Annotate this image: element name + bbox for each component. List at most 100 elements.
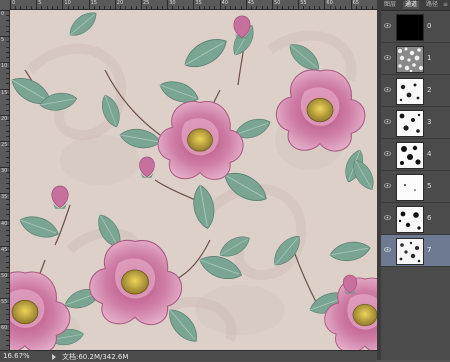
ruler-tick: [6, 340, 9, 342]
ruler-tick: [78, 6, 80, 9]
ruler-tick: [230, 6, 232, 9]
ruler-tick: [156, 6, 158, 9]
document-canvas[interactable]: [10, 10, 377, 350]
channel-row[interactable]: 4: [381, 139, 450, 171]
ruler-tick: [193, 0, 195, 9]
channel-row[interactable]: 1: [381, 43, 450, 75]
channel-thumbnail: [396, 206, 424, 233]
ruler-tick: [6, 334, 9, 336]
ruler-tick: [30, 6, 32, 9]
ruler-tick: [6, 104, 9, 106]
ruler-tick: [6, 177, 9, 179]
channels-panel: 图层 通道 路径 ≡ 0 1 2 3 4 5 6 7: [381, 0, 450, 360]
ruler-tick: [188, 6, 190, 9]
ruler-label: 40: [1, 220, 8, 227]
ruler-tick: [6, 319, 9, 321]
ruler-tick: [182, 6, 184, 9]
ruler-tick: [6, 130, 9, 132]
channel-row-selected[interactable]: 7: [381, 235, 450, 267]
ruler-tick: [51, 6, 53, 9]
eye-icon[interactable]: [384, 119, 391, 124]
ruler-tick: [6, 25, 9, 27]
status-menu-arrow-icon[interactable]: [52, 354, 56, 360]
ruler-label: 20: [1, 115, 8, 122]
eye-icon[interactable]: [384, 215, 391, 220]
tab-layers[interactable]: 图层: [382, 1, 398, 9]
eye-icon[interactable]: [384, 23, 391, 28]
eye-icon[interactable]: [384, 151, 391, 156]
status-bar: 16.67% 文档:60.2M/342.6M: [0, 350, 377, 361]
ruler-tick: [6, 109, 9, 111]
ruler-tick: [46, 6, 48, 9]
ruler-tick: [15, 6, 17, 9]
channel-label: 7: [427, 246, 432, 254]
channel-row[interactable]: 0: [381, 11, 450, 43]
ruler-tick: [6, 182, 9, 184]
floral-pattern-artwork: [10, 10, 377, 350]
channel-row[interactable]: 2: [381, 75, 450, 107]
ruler-tick: [203, 6, 205, 9]
ruler-tick: [161, 6, 163, 9]
ruler-tick: [371, 6, 373, 9]
ruler-tick: [224, 6, 226, 9]
channel-thumbnail: [396, 174, 424, 201]
ruler-label: 35: [195, 0, 202, 6]
ruler-tick: [99, 6, 101, 9]
ruler-tick: [6, 20, 9, 22]
channel-label: 1: [427, 54, 432, 62]
eye-icon[interactable]: [384, 183, 391, 188]
channel-row[interactable]: 6: [381, 203, 450, 235]
panel-menu-icon[interactable]: ≡: [443, 2, 448, 8]
ruler-label: 50: [274, 0, 281, 6]
ruler-tick: [235, 6, 237, 9]
ruler-tick: [20, 6, 22, 9]
eye-icon[interactable]: [384, 247, 391, 252]
tab-channels[interactable]: 通道: [403, 1, 420, 9]
ruler-label: 45: [247, 0, 255, 6]
ruler-label: 0: [12, 0, 16, 6]
ruler-tick: [41, 6, 43, 9]
ruler-tick: [6, 261, 9, 263]
horizontal-ruler[interactable]: 0 5 10 15 20 25 30 35 40 45 50 55 60 65: [0, 0, 377, 10]
ruler-tick: [6, 308, 9, 310]
vertical-ruler[interactable]: 0 5 10 15 20 25 30 35 40 45 50 55 60: [0, 9, 10, 350]
ruler-label: 5: [1, 37, 5, 44]
ruler-tick: [57, 6, 59, 9]
channel-row[interactable]: 3: [381, 107, 450, 139]
ruler-tick: [62, 0, 64, 9]
ruler-label: 60: [326, 0, 333, 6]
channel-row[interactable]: 5: [381, 171, 450, 203]
ruler-tick: [6, 57, 9, 59]
ruler-tick: [6, 282, 9, 284]
ruler-tick: [303, 6, 305, 9]
ruler-tick: [6, 15, 9, 17]
ruler-tick: [313, 6, 315, 9]
channel-thumbnail: [396, 110, 424, 137]
channel-thumbnail: [396, 78, 424, 105]
ruler-label: 35: [1, 194, 8, 201]
ruler-tick: [93, 6, 95, 9]
eye-icon[interactable]: [384, 55, 391, 60]
ruler-tick: [88, 0, 90, 9]
ruler-label: 55: [1, 299, 8, 306]
ruler-label: 15: [1, 89, 8, 96]
ruler-tick: [308, 6, 310, 9]
tab-paths[interactable]: 路径: [424, 1, 440, 9]
ruler-tick: [6, 256, 9, 258]
ruler-label: 50: [1, 273, 8, 279]
ruler-tick: [6, 151, 9, 153]
document-size-info: 文档:60.2M/342.6M: [62, 353, 129, 361]
ruler-tick: [282, 6, 284, 9]
ruler-tick: [266, 6, 268, 9]
ruler-tick: [198, 6, 200, 9]
ruler-tick: [345, 6, 347, 9]
ruler-tick: [6, 72, 9, 74]
zoom-level[interactable]: 16.67%: [3, 352, 30, 360]
ruler-label: 15: [90, 0, 97, 6]
ruler-label: 55: [300, 0, 307, 6]
ruler-tick: [6, 78, 9, 80]
eye-icon[interactable]: [384, 87, 391, 92]
ruler-tick: [6, 161, 9, 163]
ruler-tick: [177, 6, 179, 9]
ruler-tick: [167, 0, 169, 9]
